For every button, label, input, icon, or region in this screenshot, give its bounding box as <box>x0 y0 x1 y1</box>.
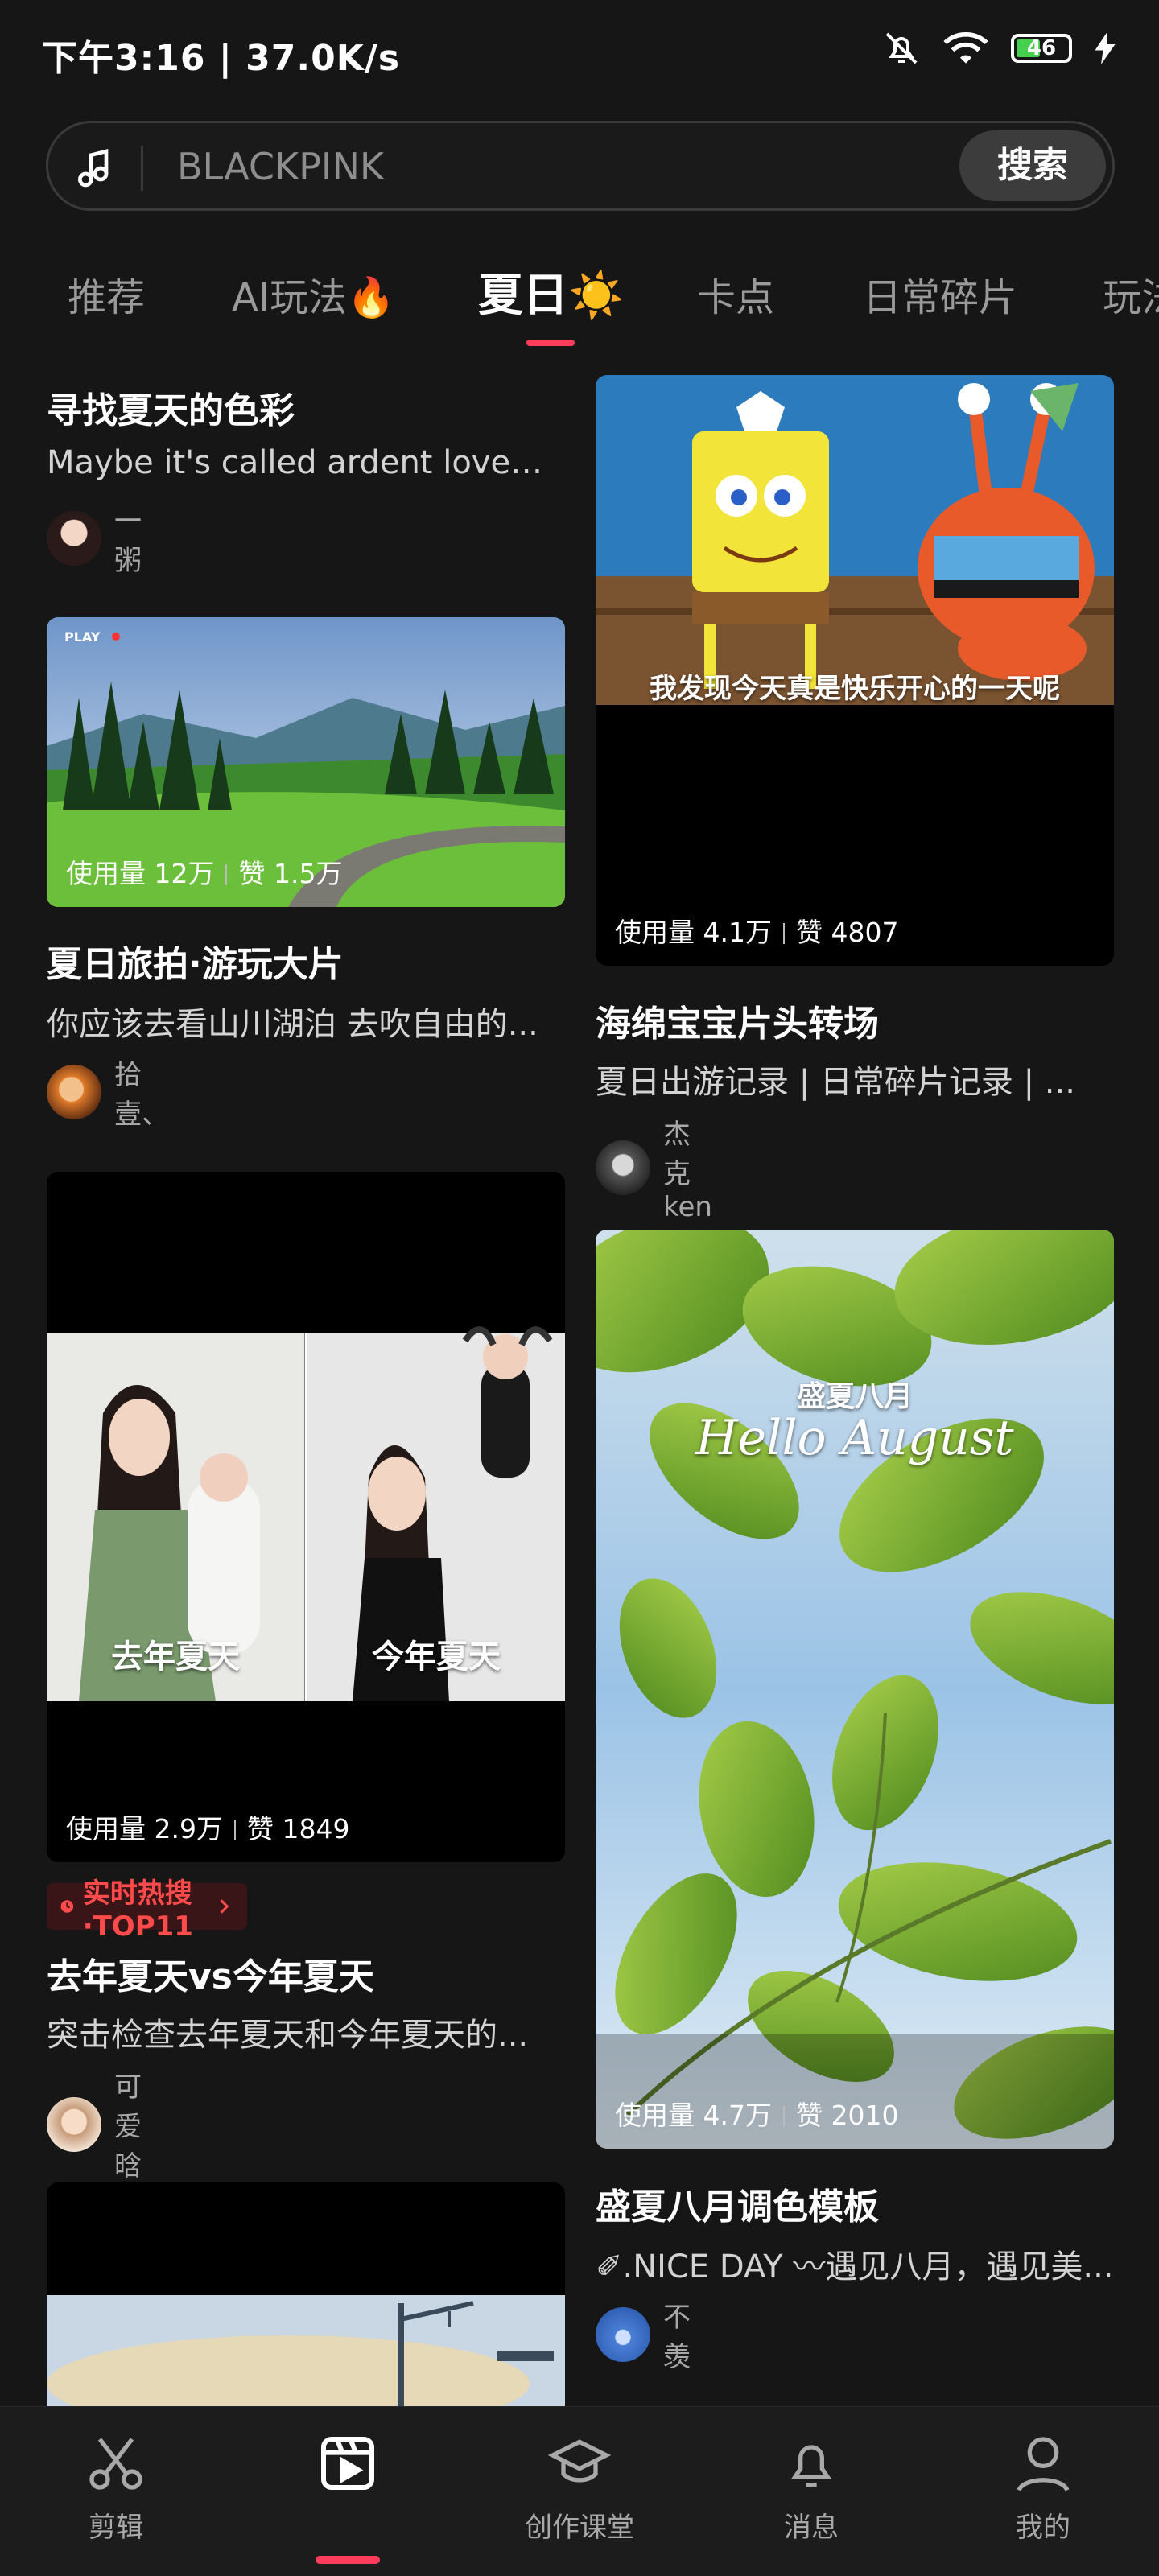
card-title: 海绵宝宝片头转场 <box>596 1004 879 1045</box>
mute-bell-icon <box>885 32 918 64</box>
category-tabs: 推荐 AI玩法🔥 夏日☀️ 卡点 日常碎片 玩法 <box>0 241 1159 346</box>
nav-edit[interactable]: 剪辑 <box>35 2431 196 2545</box>
nav-profile[interactable]: 我的 <box>963 2431 1124 2545</box>
card-title: 寻找夏天的色彩 <box>47 390 295 431</box>
avatar[interactable] <box>47 511 101 566</box>
card-description: 突击检查去年夏天和今年夏天的... <box>47 2017 529 2054</box>
card-thumbnail[interactable]: 去年夏天 今年夏天 使用量 2.9万赞 1849 <box>47 1172 565 1862</box>
author-name: 不羡 <box>663 2302 691 2373</box>
card-thumbnail[interactable] <box>47 2182 565 2406</box>
author-name: 可爱晗 <box>114 2071 142 2182</box>
tab-recommend[interactable]: 推荐 <box>68 266 145 322</box>
card-author[interactable]: 拾壹、 <box>47 1053 169 1131</box>
status-bar: 下午3:16 | 37.0K/s 46 <box>0 0 1159 105</box>
nav-course[interactable]: 创作课堂 <box>499 2431 660 2545</box>
card-description: ✐.NICE DAY 〰遇见八月，遇见美... <box>596 2248 1114 2285</box>
wifi-icon <box>943 31 988 64</box>
clock-icon <box>60 1900 74 1913</box>
nav-messages[interactable]: 消息 <box>731 2431 892 2545</box>
cartoon-image <box>596 375 1114 705</box>
usage-stats: 使用量 12万赞 1.5万 <box>66 858 343 889</box>
comparison-image <box>47 1172 565 1862</box>
author-name: 一粥 <box>114 505 142 577</box>
card-title: 去年夏天vs今年夏天 <box>47 1956 374 1997</box>
card-thumbnail[interactable]: PLAY 使用量 12万赞 1.5万 <box>47 617 565 907</box>
card-thumbnail[interactable]: 盛夏八月 Hello August 使用量 4.7万赞 2010 <box>596 1230 1114 2149</box>
card-description: Maybe it's called ardent love#... <box>47 444 562 481</box>
author-name: 杰克ken <box>663 1119 712 1223</box>
en-overlay-title: Hello August <box>695 1410 1014 1466</box>
template-icon <box>321 2437 374 2490</box>
card-author[interactable]: 可爱晗 <box>47 2065 142 2183</box>
tab-summer[interactable]: 夏日☀️ <box>478 259 625 324</box>
play-watermark: PLAY <box>64 629 101 645</box>
card-title: 夏日旅拍·游玩大片 <box>47 944 344 985</box>
right-caption: 今年夏天 <box>372 1638 501 1675</box>
usage-stats: 使用量 2.9万赞 1849 <box>66 1813 350 1844</box>
usage-stats: 使用量 4.1万赞 4807 <box>615 917 899 948</box>
search-bar[interactable]: BLACKPINK 搜索 <box>46 121 1115 211</box>
music-note-icon[interactable] <box>72 146 118 191</box>
avatar[interactable] <box>596 1140 650 1195</box>
charging-icon <box>1095 32 1116 64</box>
left-caption: 去年夏天 <box>111 1638 240 1675</box>
card-description: 你应该去看山川湖泊 去吹自由的... <box>47 1006 538 1043</box>
card-title: 盛夏八月调色模板 <box>596 2187 879 2228</box>
person-icon <box>1017 2437 1070 2492</box>
nav-templates[interactable] <box>267 2431 428 2564</box>
streetlight-image <box>47 2182 565 2406</box>
bottom-navigation: 剪辑 创作课堂 消息 我的 <box>0 2406 1159 2576</box>
search-button[interactable]: 搜索 <box>959 130 1106 201</box>
active-tab-indicator <box>526 340 575 346</box>
cn-overlay-title: 盛夏八月 <box>796 1380 913 1413</box>
avatar[interactable] <box>47 1065 101 1119</box>
search-input[interactable]: BLACKPINK <box>177 145 384 188</box>
card-author[interactable]: 杰克ken <box>596 1112 712 1223</box>
hot-search-badge[interactable]: 实时热搜·TOP11 <box>47 1877 248 1943</box>
author-name: 拾壹、 <box>114 1059 169 1131</box>
video-caption: 我发现今天真是快乐开心的一天呢 <box>650 673 1060 705</box>
chevron-right-icon <box>220 1899 229 1914</box>
card-author[interactable]: 不羡 <box>596 2295 691 2374</box>
leaves-image <box>596 1230 1114 2149</box>
status-time: 下午3:16 | 37.0K/s <box>42 38 401 79</box>
graduation-cap-icon <box>547 2439 612 2483</box>
tab-play[interactable]: 玩法 <box>1103 266 1159 322</box>
usage-stats: 使用量 4.7万赞 2010 <box>615 2100 899 2131</box>
scissors-icon <box>89 2438 142 2490</box>
card-author[interactable]: 一粥 <box>47 499 142 578</box>
bell-icon <box>791 2445 831 2487</box>
tab-daily[interactable]: 日常碎片 <box>863 266 1017 322</box>
card-description: 夏日出游记录 | 日常碎片记录 | ... <box>596 1064 1075 1101</box>
card-thumbnail[interactable]: 我发现今天真是快乐开心的一天呢 使用量 4.1万赞 4807 <box>596 375 1114 966</box>
tab-ai-play[interactable]: AI玩法🔥 <box>232 266 395 322</box>
tab-beat[interactable]: 卡点 <box>697 266 774 322</box>
avatar[interactable] <box>47 2096 101 2152</box>
active-nav-indicator <box>316 2556 380 2564</box>
battery-icon: 46 <box>1011 34 1072 63</box>
avatar[interactable] <box>596 2307 650 2362</box>
